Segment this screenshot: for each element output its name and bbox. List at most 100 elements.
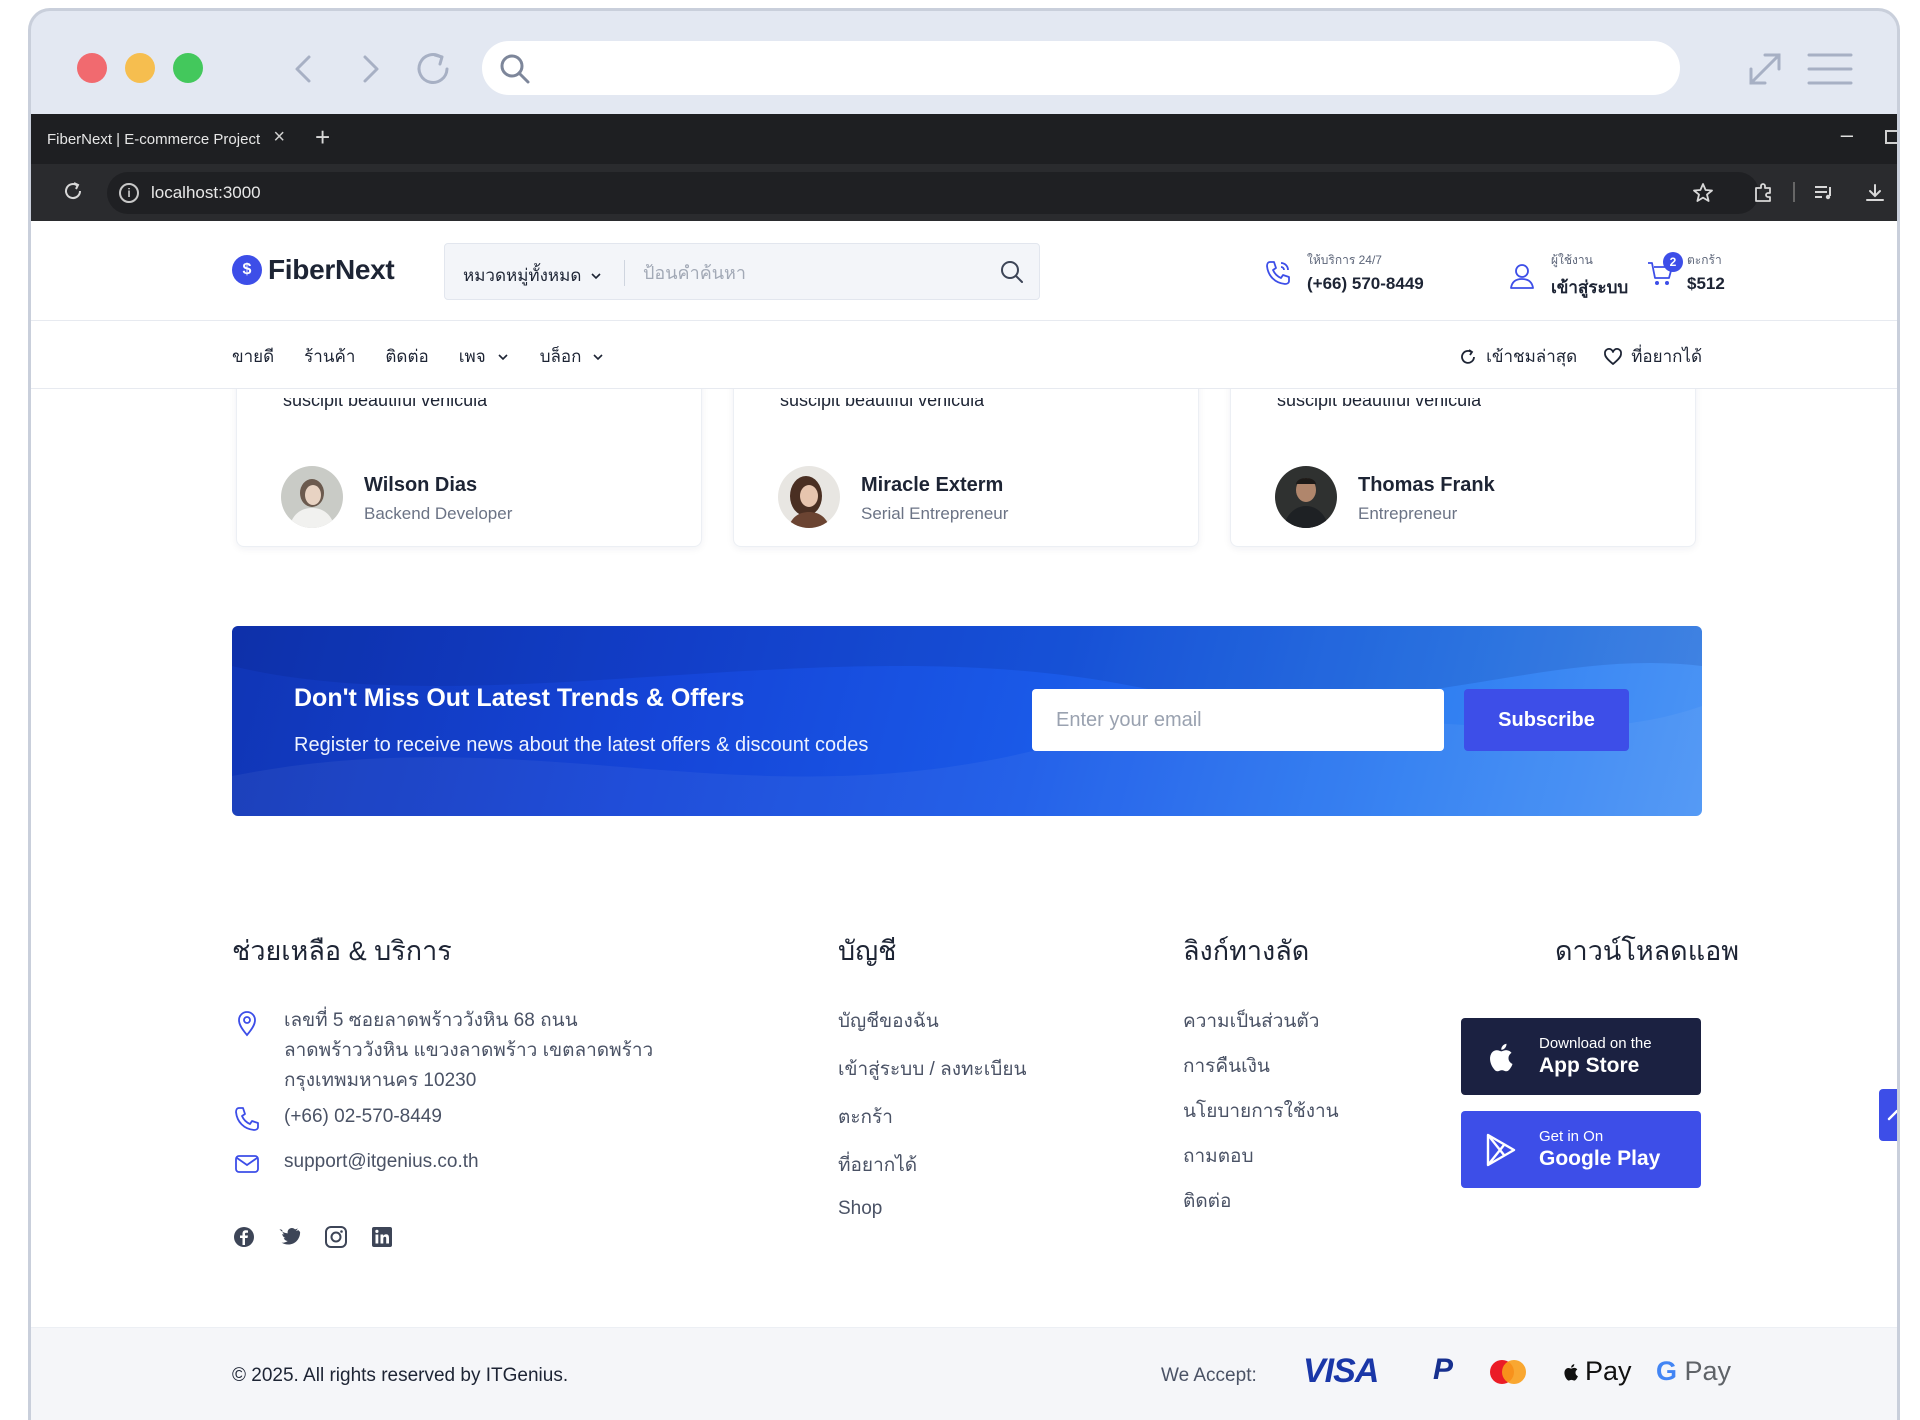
reload-icon[interactable] (411, 47, 455, 91)
site-logo[interactable]: $ FiberNext (232, 254, 395, 286)
mastercard-logo (1490, 1360, 1526, 1384)
new-tab-button[interactable]: + (315, 122, 330, 153)
facebook-icon[interactable] (232, 1225, 256, 1249)
twitter-icon[interactable] (278, 1225, 302, 1249)
cart-total: $512 (1687, 274, 1725, 293)
media-control-icon[interactable] (1811, 181, 1835, 205)
google-pay-text: Pay (1677, 1356, 1732, 1386)
reload-page-icon[interactable] (61, 179, 87, 205)
bookmark-star-icon[interactable] (1691, 181, 1715, 205)
wishlist-link[interactable]: ที่อยากได้ (1603, 343, 1702, 370)
googleplay-big-text: Google Play (1539, 1147, 1661, 1170)
account-links: บัญชีของฉัน เข้าสู่ระบบ / ลงทะเบียน ตะกร… (838, 1006, 1026, 1246)
google-play-button[interactable]: Get in On Google Play (1461, 1111, 1701, 1188)
footer-link-refund[interactable]: การคืนเงิน (1183, 1051, 1339, 1096)
menu-icon[interactable] (1805, 49, 1855, 89)
minimize-window-button[interactable] (125, 53, 155, 83)
instagram-icon[interactable] (324, 1225, 348, 1249)
footer-link-cart[interactable]: ตะกร้า (838, 1102, 1026, 1150)
address-bar[interactable]: i localhost:3000 (107, 172, 1759, 214)
social-links (232, 1225, 394, 1249)
avatar (778, 466, 840, 528)
user-label: ผู้ใช้งาน (1551, 253, 1593, 267)
nav-item-shop[interactable]: ร้านค้า (304, 343, 355, 370)
chevron-down-icon (591, 272, 601, 279)
logo-mark-icon: $ (232, 255, 262, 285)
linkedin-icon[interactable] (370, 1225, 394, 1249)
expand-icon[interactable] (1743, 47, 1787, 91)
footer-link-faq[interactable]: ถามตอบ (1183, 1141, 1339, 1186)
newsletter-title: Don't Miss Out Latest Trends & Offers (294, 684, 745, 712)
extensions-icon[interactable] (1751, 181, 1775, 205)
testimonial-name: Thomas Frank (1358, 474, 1495, 496)
frame-search-bar[interactable] (482, 41, 1680, 95)
nav-item-blog-label: บล็อก (539, 347, 582, 366)
support-phone: (+66) 570-8449 (1307, 274, 1424, 293)
site-header: $ FiberNext หมวดหมู่ทั้งหมด ให้บริการ 24… (31, 221, 1897, 321)
testimonial-role: Backend Developer (364, 504, 513, 523)
footer-link-login-register[interactable]: เข้าสู่ระบบ / ลงทะเบียน (838, 1054, 1026, 1102)
wishlist-label: ที่อยากได้ (1631, 347, 1702, 366)
browser-tab[interactable]: FiberNext | E-commerce Project × (31, 114, 299, 164)
download-icon[interactable] (1863, 181, 1887, 205)
maximize-icon[interactable] (1885, 130, 1897, 144)
account-title: บัญชี (838, 936, 897, 966)
nav-item-blog[interactable]: บล็อก (540, 343, 606, 370)
user-icon (1510, 264, 1534, 289)
back-arrow-icon[interactable] (287, 51, 323, 87)
testimonial-text: suscipit beautiful vehicula (283, 398, 488, 410)
forward-arrow-icon[interactable] (351, 51, 387, 87)
address-line: ลาดพร้าววังหิน แขวงลาดพร้าว เขตลาดพร้าว (284, 1040, 654, 1061)
appstore-small-text: Download on the (1539, 1035, 1652, 1052)
minimize-icon[interactable]: – (1841, 122, 1853, 148)
site-info-icon[interactable]: i (119, 183, 139, 203)
mail-icon (235, 1155, 259, 1173)
chevron-down-icon (498, 353, 508, 360)
phone-icon (1266, 260, 1290, 285)
testimonial-role: Entrepreneur (1358, 504, 1458, 523)
google-g-letter: G (1656, 1356, 1678, 1386)
user-login[interactable]: ผู้ใช้งาน เข้าสู่ระบบ (1507, 251, 1628, 301)
paypal-logo: P (1433, 1353, 1454, 1386)
avatar (1275, 466, 1337, 528)
footer-link-contact[interactable]: ติดต่อ (1183, 1186, 1339, 1231)
quick-links: ความเป็นส่วนตัว การคืนเงิน นโยบายการใช้ง… (1183, 1006, 1339, 1231)
close-window-button[interactable] (77, 53, 107, 83)
address-info: เลขที่ 5 ซอยลาดพร้าววังหิน 68 ถนน ลาดพร้… (232, 1006, 653, 1096)
browser-toolbar: i localhost:3000 (31, 164, 1897, 221)
nav-item-pages[interactable]: เพจ (459, 343, 510, 370)
phone-info[interactable]: (+66) 02-570-8449 (232, 1102, 442, 1134)
tab-close-icon[interactable]: × (273, 126, 285, 149)
app-store-button[interactable]: Download on the App Store (1461, 1018, 1701, 1095)
recently-viewed-link[interactable]: เข้าชมล่าสุด (1458, 343, 1577, 370)
footer-link-terms[interactable]: นโยบายการใช้งาน (1183, 1096, 1339, 1141)
email-info[interactable]: support@itgenius.co.th (232, 1147, 479, 1179)
footer-link-my-account[interactable]: บัญชีของฉัน (838, 1006, 1026, 1054)
maximize-window-button[interactable] (173, 53, 203, 83)
download-app-title: ดาวน์โหลดแอพ (1555, 936, 1740, 966)
address-line: กรุงเทพมหานคร 10230 (284, 1070, 477, 1091)
window-frame: FiberNext | E-commerce Project × + – i l… (28, 8, 1900, 1420)
search-icon[interactable] (999, 259, 1025, 285)
cart-summary[interactable]: 2 ตะกร้า $512 (1645, 251, 1725, 294)
footer-link-privacy[interactable]: ความเป็นส่วนตัว (1183, 1006, 1339, 1051)
email-field[interactable] (1032, 689, 1444, 751)
category-select[interactable]: หมวดหมู่ทั้งหมด (463, 262, 603, 289)
support-contact[interactable]: ให้บริการ 24/7 (+66) 570-8449 (1263, 251, 1424, 294)
testimonial-text: suscipit beautiful vehicula (780, 398, 985, 410)
quick-links-title: ลิงก์ทางลัด (1183, 936, 1310, 966)
scroll-to-top-button[interactable] (1879, 1089, 1897, 1141)
web-page: $ FiberNext หมวดหมู่ทั้งหมด ให้บริการ 24… (31, 221, 1897, 1420)
footer-link-shop[interactable]: Shop (838, 1198, 1026, 1246)
footer-link-wishlist[interactable]: ที่อยากได้ (838, 1150, 1026, 1198)
chevron-down-icon (593, 353, 604, 360)
subscribe-button[interactable]: Subscribe (1464, 689, 1629, 751)
footer-bottom-bar: © 2025. All rights reserved by ITGenius.… (31, 1327, 1897, 1420)
logo-text: FiberNext (268, 254, 395, 285)
product-search: หมวดหมู่ทั้งหมด (444, 243, 1040, 300)
search-input[interactable] (643, 258, 983, 288)
nav-item-bestseller[interactable]: ขายดี (232, 343, 274, 370)
heart-icon (1604, 347, 1623, 365)
recently-viewed-label: เข้าชมล่าสุด (1486, 347, 1578, 366)
nav-item-contact[interactable]: ติดต่อ (385, 343, 428, 370)
